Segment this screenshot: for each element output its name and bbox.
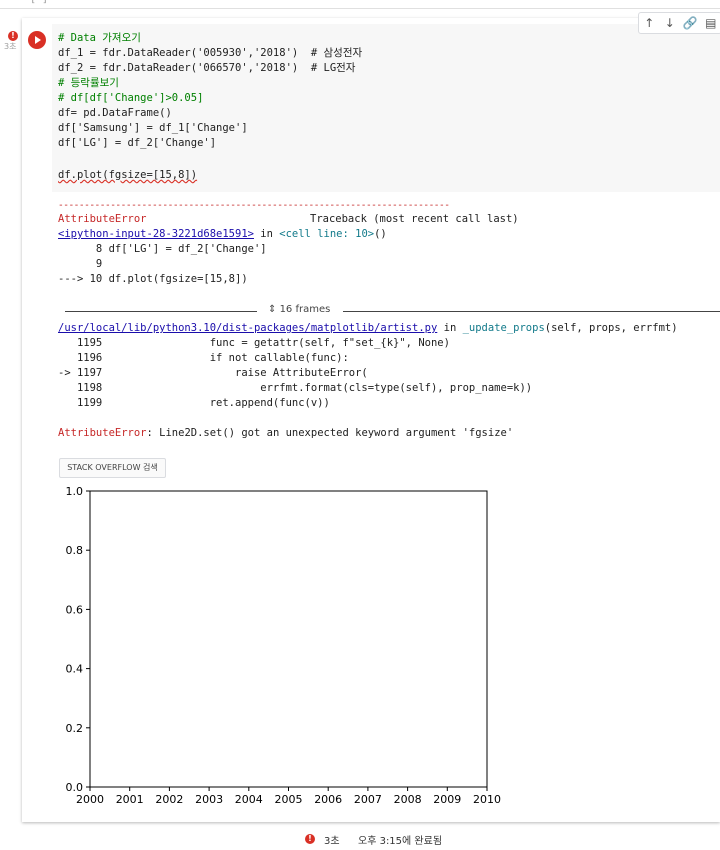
code-line: # df[df['Change']>0.05] xyxy=(58,92,204,104)
artist-file-link[interactable]: /usr/local/lib/python3.10/dist-packages/… xyxy=(58,322,437,334)
y-tick-label: 0.2 xyxy=(66,722,84,735)
y-tick-label: 0.0 xyxy=(66,781,84,794)
link-icon[interactable]: 🔗 xyxy=(680,16,701,30)
x-tick-label: 2007 xyxy=(354,793,382,806)
final-error-name: AttributeError xyxy=(58,427,147,439)
x-tick-label: 2010 xyxy=(473,793,501,806)
previous-cell-edge: [ ] xyxy=(0,0,720,9)
status-completed: 오후 3:15에 완료됨 xyxy=(358,836,443,847)
x-tick-label: 2005 xyxy=(275,793,303,806)
source-line: 1195 func = getattr(self, f"set_{k}", No… xyxy=(58,337,450,349)
y-tick-label: 1.0 xyxy=(66,485,84,498)
frames-toggle[interactable]: ⇕ 16 frames xyxy=(268,304,330,315)
traceback-separator: ----------------------------------------… xyxy=(58,200,450,211)
traceback-location: <ipython-input-28-3221d68e1591> in <cell… xyxy=(58,227,387,242)
status-error-icon: ! xyxy=(305,834,315,844)
x-tick-label: 2002 xyxy=(155,793,183,806)
artist-args: (self, props, errfmt) xyxy=(544,322,678,334)
status-bar: ! 3초 오후 3:15에 완료됨 xyxy=(0,830,720,850)
x-tick-label: 2004 xyxy=(235,793,263,806)
artist-func: _update_props xyxy=(462,322,545,334)
frames-divider-left xyxy=(65,311,257,312)
error-status-icon: ! xyxy=(8,31,18,41)
final-error-message: : Line2D.set() got an unexpected keyword… xyxy=(146,427,514,439)
code-line: df['LG'] = df_2['Change'] xyxy=(58,137,217,149)
frames-divider-right xyxy=(343,311,720,312)
x-tick-label: 2003 xyxy=(195,793,223,806)
x-tick-label: 2009 xyxy=(433,793,461,806)
code-line: df.plot(fgsize=[15,8]) xyxy=(58,169,198,181)
traceback-line: 9 xyxy=(58,258,109,270)
traceback-line-current: ---> 10 df.plot(fgsize=[15,8]) xyxy=(58,273,248,285)
y-tick-label: 0.8 xyxy=(66,544,84,557)
x-tick-label: 2001 xyxy=(116,793,144,806)
code-line: df['Samsung'] = df_1['Change'] xyxy=(58,122,248,134)
cell-toolbar: ↑ ↓ 🔗 ▤ xyxy=(638,12,720,34)
empty-plot: 2000 2001 2002 2003 2004 2005 2006 2007 2008 2009… xyxy=(66,485,502,806)
in-word: in xyxy=(437,322,463,334)
x-tick-label: 2006 xyxy=(314,793,342,806)
source-line: 1199 ret.append(func(v)) xyxy=(58,397,330,409)
cell-line-paren: () xyxy=(374,228,387,240)
source-line-current: -> 1197 raise AttributeError( xyxy=(58,367,368,379)
x-tick-label: 2008 xyxy=(394,793,422,806)
y-tick-label: 0.4 xyxy=(66,663,84,676)
comment-icon[interactable]: ▤ xyxy=(701,16,720,30)
traceback-line: 8 df['LG'] = df_2['Change'] xyxy=(58,243,267,255)
stack-overflow-search-button[interactable]: STACK OVERFLOW 검색 xyxy=(59,458,166,478)
code-line: # Data 가져오기 xyxy=(58,32,141,44)
frames-label: 16 frames xyxy=(279,304,331,315)
code-line: df= pd.DataFrame() xyxy=(58,107,172,119)
code-line: # 등락률보기 xyxy=(58,77,119,89)
expand-icon: ⇕ xyxy=(268,304,280,315)
source-line: 1198 errfmt.format(cls=type(self), prop_… xyxy=(58,382,533,394)
execution-time: 3초 xyxy=(4,42,17,51)
move-down-icon[interactable]: ↓ xyxy=(660,16,681,30)
code-line: df_2 = fdr.DataReader('066570','2018') #… xyxy=(58,62,356,74)
previous-cell-output-marker: [ ] xyxy=(30,0,48,5)
error-name: AttributeError xyxy=(58,213,147,225)
final-error: AttributeError: Line2D.set() got an unex… xyxy=(58,426,513,441)
cell-line-ref: <cell line: 10> xyxy=(279,228,375,240)
in-word: in xyxy=(253,228,280,240)
artist-location: /usr/local/lib/python3.10/dist-packages/… xyxy=(58,321,678,336)
ipython-input-link[interactable]: <ipython-input-28-3221d68e1591> xyxy=(58,228,254,240)
code-line: df_1 = fdr.DataReader('005930','2018') #… xyxy=(58,47,363,59)
move-up-icon[interactable]: ↑ xyxy=(639,16,660,30)
plot-axes-frame xyxy=(89,490,488,788)
source-line: 1196 if not callable(func): xyxy=(58,352,349,364)
traceback-label: Traceback (most recent call last) xyxy=(310,213,519,225)
status-duration: 3초 xyxy=(324,836,340,847)
y-tick-label: 0.6 xyxy=(66,603,84,616)
run-cell-button[interactable] xyxy=(28,31,46,49)
x-tick-label: 2000 xyxy=(76,793,104,806)
